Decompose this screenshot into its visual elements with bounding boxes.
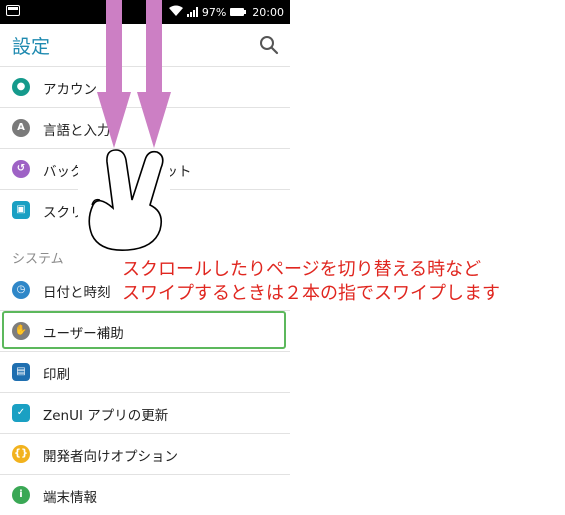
settings-item-print[interactable]: ▤ 印刷: [0, 351, 290, 391]
annotation-line-1: スクロールしたりページを切り替える時など: [122, 259, 482, 280]
settings-item-label: バックアップとリセット: [43, 164, 192, 180]
annotation-line-2: スワイプするときは２本の指でスワイプします: [122, 283, 500, 304]
settings-item-backup[interactable]: ↺ バックアップとリセット: [0, 148, 290, 188]
signal-icon: [186, 7, 198, 17]
language-icon: A: [12, 119, 30, 137]
settings-item-about[interactable]: i 端末情報: [0, 474, 290, 514]
account-icon: ●: [12, 78, 30, 96]
page-title: 設定: [12, 36, 51, 58]
status-time: 20:00: [252, 5, 284, 19]
settings-item-label: アカウン: [43, 82, 97, 98]
settings-item-zenui-update[interactable]: ✓ ZenUI アプリの更新: [0, 392, 290, 432]
settings-item-label: ZenUI アプリの更新: [43, 408, 169, 424]
battery-percent: 97%: [201, 5, 227, 19]
backup-icon: ↺: [12, 160, 30, 178]
settings-item-label: 印刷: [43, 367, 70, 383]
update-icon: ✓: [12, 404, 30, 422]
notification-icon: [6, 5, 20, 16]
screenshot-icon: ▣: [12, 201, 30, 219]
clock-icon: ◷: [12, 281, 30, 299]
settings-item-label: 端末情報: [43, 490, 97, 506]
settings-item-label: スクリ: [43, 205, 84, 221]
settings-item-account[interactable]: ● アカウン: [0, 66, 290, 106]
status-bar: 97% 20:00: [0, 0, 290, 24]
section-header-system: システム: [12, 252, 64, 267]
wifi-icon: [168, 5, 183, 19]
app-bar: 設定: [0, 24, 290, 66]
settings-item-label: 開発者向けオプション: [43, 449, 178, 465]
print-icon: ▤: [12, 363, 30, 381]
settings-item-screenshot[interactable]: ▣ スクリ: [0, 189, 290, 229]
battery-icon: [230, 8, 247, 16]
settings-item-language[interactable]: A 言語と入力: [0, 107, 290, 147]
info-icon: i: [12, 486, 30, 504]
settings-item-label: 言語と入力: [43, 123, 111, 139]
accessibility-highlight-box: [2, 311, 286, 349]
search-icon[interactable]: [258, 34, 280, 56]
swipe-instruction-annotation: スクロールしたりページを切り替える時など スワイプするときは２本の指でスワイプし…: [122, 258, 500, 306]
settings-item-label: 日付と時刻: [43, 285, 111, 301]
developer-icon: {}: [12, 445, 30, 463]
settings-item-developer[interactable]: {} 開発者向けオプション: [0, 433, 290, 473]
